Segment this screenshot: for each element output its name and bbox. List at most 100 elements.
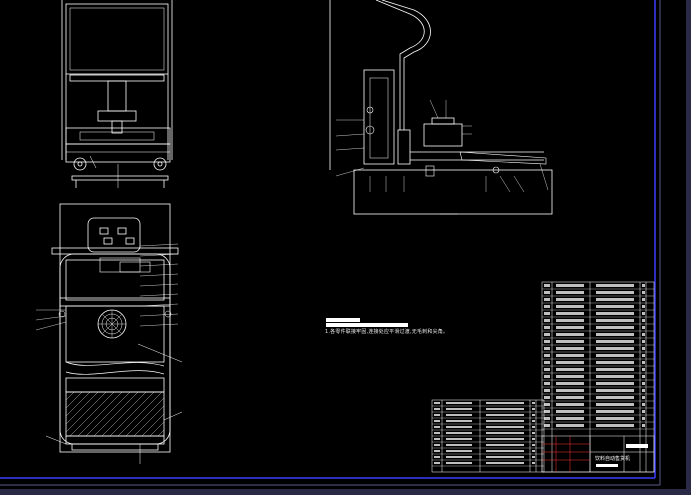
title-block xyxy=(541,435,655,473)
table-cell-glyph xyxy=(434,450,440,452)
horizontal-scrollbar[interactable] xyxy=(0,489,691,495)
table-cell-glyph xyxy=(544,368,550,371)
table-cell-glyph xyxy=(556,319,584,322)
table-cell-glyph xyxy=(446,438,472,440)
table-cell-glyph xyxy=(486,408,524,410)
table-cell-glyph xyxy=(434,426,440,428)
table-cell-glyph xyxy=(434,462,440,464)
table-cell-glyph xyxy=(544,333,550,336)
table-cell-glyph xyxy=(596,361,634,364)
table-cell-glyph xyxy=(596,347,634,350)
table-cell-glyph xyxy=(544,424,550,427)
table-cell-glyph xyxy=(544,305,550,308)
table-cell-glyph xyxy=(532,426,535,428)
table-cell-glyph xyxy=(532,462,535,464)
table-cell-glyph xyxy=(532,432,535,434)
table-cell-glyph xyxy=(596,340,634,343)
table-cell-glyph xyxy=(544,389,550,392)
table-cell-glyph xyxy=(446,450,472,452)
table-cell-glyph xyxy=(486,414,524,416)
table-cell-glyph xyxy=(642,424,645,427)
cad-drawing-canvas xyxy=(0,0,661,486)
table-cell-glyph xyxy=(486,444,524,446)
table-cell-glyph xyxy=(596,291,634,294)
table-cell-glyph xyxy=(596,354,634,357)
table-cell-glyph xyxy=(532,456,535,458)
table-cell-glyph xyxy=(642,410,645,413)
table-cell-glyph xyxy=(556,389,584,392)
table-cell-glyph xyxy=(434,408,440,410)
table-cell-glyph xyxy=(556,305,584,308)
table-cell-glyph xyxy=(642,305,645,308)
parts-list-rows xyxy=(542,284,654,430)
table-cell-glyph xyxy=(446,462,472,464)
table-cell-glyph xyxy=(532,450,535,452)
table-cell-glyph xyxy=(532,438,535,440)
fan-grille-icon xyxy=(97,309,127,339)
table-cell-glyph xyxy=(556,354,584,357)
hatched-battery-block xyxy=(65,391,165,437)
table-cell-glyph xyxy=(642,368,645,371)
table-cell-glyph xyxy=(532,408,535,410)
table-cell-glyph xyxy=(544,375,550,378)
table-cell-glyph xyxy=(556,284,584,287)
table-cell-glyph xyxy=(642,291,645,294)
table-cell-glyph xyxy=(556,410,584,413)
table-cell-glyph xyxy=(596,410,634,413)
table-cell-glyph xyxy=(486,450,524,452)
table-cell-glyph xyxy=(486,420,524,422)
table-cell-glyph xyxy=(532,414,535,416)
table-cell-glyph xyxy=(556,368,584,371)
table-cell-glyph xyxy=(556,333,584,336)
table-cell-glyph xyxy=(556,347,584,350)
table-cell-glyph xyxy=(642,403,645,406)
table-cell-glyph xyxy=(544,396,550,399)
table-cell-glyph xyxy=(556,340,584,343)
table-cell-glyph xyxy=(556,361,584,364)
table-cell-glyph xyxy=(532,420,535,422)
table-cell-glyph xyxy=(642,284,645,287)
table-cell-glyph xyxy=(596,368,634,371)
table-cell-glyph xyxy=(556,403,584,406)
table-cell-glyph xyxy=(596,319,634,322)
table-cell-glyph xyxy=(556,417,584,420)
top-right-view xyxy=(329,0,553,215)
table-cell-glyph xyxy=(556,424,584,427)
table-cell-glyph xyxy=(556,382,584,385)
vertical-scrollbar[interactable] xyxy=(686,0,691,495)
table-cell-glyph xyxy=(642,417,645,420)
table-cell-glyph xyxy=(532,444,535,446)
table-cell-glyph xyxy=(544,382,550,385)
table-cell-glyph xyxy=(642,347,645,350)
table-cell-glyph xyxy=(544,312,550,315)
technical-requirement-note: 1.各零件联接牢固,连接处应平滑过渡,无毛刺和尖角。 xyxy=(325,329,449,335)
table-cell-glyph xyxy=(596,424,634,427)
table-cell-glyph xyxy=(596,417,634,420)
table-cell-glyph xyxy=(596,403,634,406)
table-cell-glyph xyxy=(642,389,645,392)
table-cell-glyph xyxy=(434,456,440,458)
table-cell-glyph xyxy=(596,389,634,392)
table-cell-glyph xyxy=(544,284,550,287)
table-cell-glyph xyxy=(642,354,645,357)
table-cell-glyph xyxy=(642,382,645,385)
table-cell-glyph xyxy=(596,305,634,308)
table-cell-glyph xyxy=(556,291,584,294)
table-cell-glyph xyxy=(446,414,472,416)
table-cell-glyph xyxy=(556,298,584,301)
technical-note xyxy=(326,318,408,327)
table-cell-glyph xyxy=(434,420,440,422)
table-cell-glyph xyxy=(544,319,550,322)
lower-parts-rows xyxy=(432,402,544,467)
table-cell-glyph xyxy=(642,396,645,399)
table-cell-glyph xyxy=(544,326,550,329)
table-cell-glyph xyxy=(544,403,550,406)
table-cell-glyph xyxy=(486,402,524,404)
table-cell-glyph xyxy=(486,438,524,440)
table-cell-glyph xyxy=(642,312,645,315)
table-cell-glyph xyxy=(446,444,472,446)
title-block-caption: 饮料自动售货机 xyxy=(595,456,631,462)
table-cell-glyph xyxy=(556,375,584,378)
table-cell-glyph xyxy=(486,426,524,428)
table-cell-glyph xyxy=(596,312,634,315)
